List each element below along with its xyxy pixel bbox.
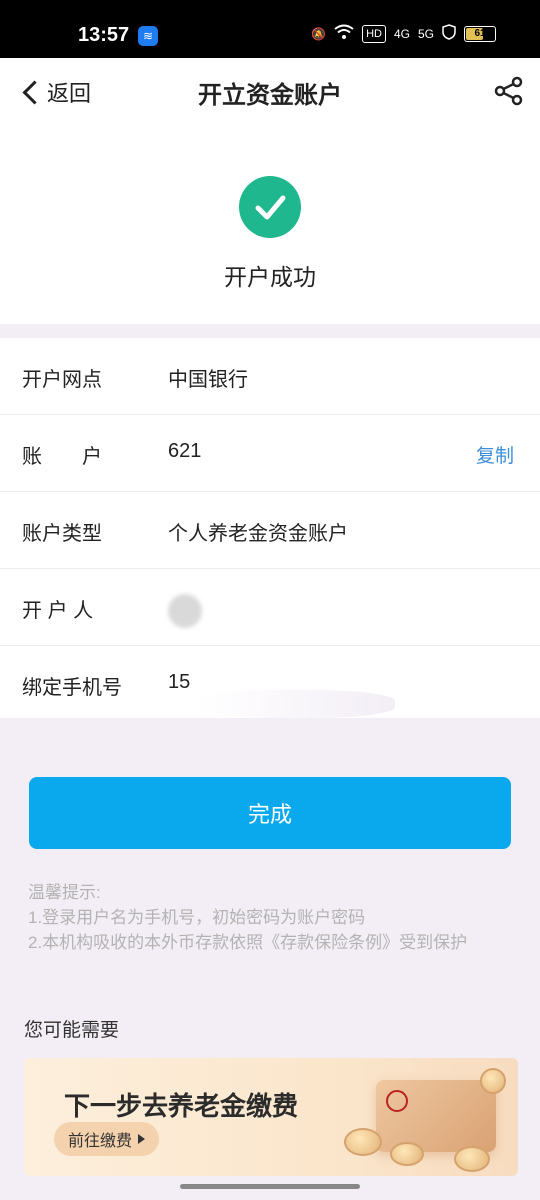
info-row-account: 账 户 621 复制 (0, 415, 540, 492)
row-value: 个人养老金资金账户 (168, 523, 348, 545)
success-message: 开户成功 (224, 264, 316, 290)
hd-badge: HD (362, 24, 386, 43)
mute-icon: 🔕 (311, 26, 327, 41)
row-value (168, 594, 202, 628)
coin-icon (344, 1128, 382, 1156)
battery-level: 61 (474, 28, 486, 39)
status-bar: 13:57 ≋ 🔕 HD 4G 5G 61 (0, 0, 540, 58)
row-value: 621 (168, 440, 202, 462)
copy-button[interactable]: 复制 (476, 441, 514, 468)
row-label: 账 户 (22, 446, 102, 468)
redaction-smear (195, 690, 395, 718)
status-time: 13:57 (78, 24, 130, 46)
info-row-branch: 开户网点 中国银行 (0, 338, 540, 415)
app-notification-icon: ≋ (138, 26, 158, 46)
info-row-type: 账户类型 个人养老金资金账户 (0, 492, 540, 569)
signal-5g: 5G (417, 26, 434, 41)
pay-now-button[interactable]: 前往缴费 (54, 1122, 160, 1156)
info-row-holder: 开 户 人 (0, 569, 540, 646)
play-arrow-icon (138, 1134, 146, 1144)
coin-icon (454, 1146, 490, 1172)
status-icons: 🔕 HD 4G 5G 61 (311, 24, 496, 43)
battery-icon: 61 (464, 25, 496, 42)
success-check-icon (239, 176, 301, 238)
warm-tips: 温馨提示: 1.登录用户名为手机号，初始密码为账户密码 2.本机构吸收的本外币存… (28, 880, 508, 955)
coin-icon (480, 1068, 506, 1094)
coin-icon (390, 1142, 424, 1166)
bank-card-illustration (376, 1080, 496, 1152)
shield-dollar-icon (442, 24, 456, 43)
home-indicator (180, 1184, 360, 1189)
pension-payment-banner[interactable]: 下一步去养老金缴费 前往缴费 (24, 1058, 518, 1176)
row-value: 中国银行 (168, 369, 248, 391)
tips-line-2: 2.本机构吸收的本外币存款依照《存款保险条例》受到保护 (28, 933, 468, 952)
top-nav: 返回 开立资金账户 (0, 58, 540, 125)
share-icon[interactable] (492, 74, 526, 108)
bank-logo-icon (386, 1090, 408, 1112)
banner-title: 下一步去养老金缴费 (64, 1091, 299, 1121)
redacted-name (168, 594, 202, 628)
wifi-icon (334, 24, 354, 43)
signal-4g: 4G (393, 26, 410, 41)
recommend-heading: 您可能需要 (24, 1020, 120, 1041)
row-value: 15 (168, 671, 191, 693)
row-label: 开 户 人 (22, 600, 94, 622)
pay-now-label: 前往缴费 (68, 1133, 133, 1150)
row-label: 账户类型 (22, 523, 102, 545)
tips-title: 温馨提示: (28, 883, 101, 902)
row-label: 开户网点 (22, 369, 102, 391)
row-label: 绑定手机号 (22, 677, 122, 699)
tips-line-1: 1.登录用户名为手机号，初始密码为账户密码 (28, 908, 366, 927)
account-info-list: 开户网点 中国银行 账 户 621 复制 账户类型 个人养老金资金账户 开 户 … (0, 338, 540, 718)
page-title: 开立资金账户 (198, 82, 342, 109)
success-panel: 开户成功 (0, 124, 540, 324)
done-button[interactable]: 完成 (29, 777, 511, 849)
